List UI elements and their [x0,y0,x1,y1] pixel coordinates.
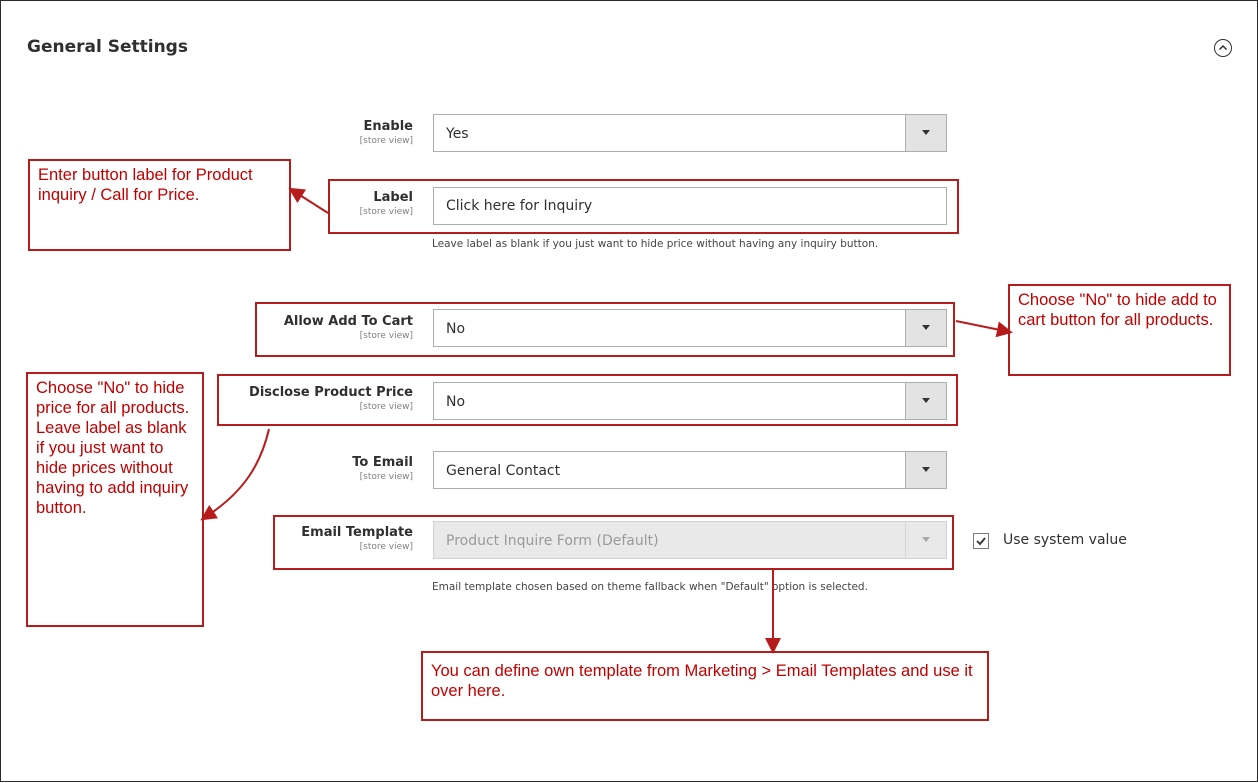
cart-arrow [955,320,1013,338]
annotation-arrows [200,187,1013,654]
label-arrow [288,187,329,214]
settings-panel: General Settings Enable [store view] Yes… [0,0,1258,782]
price-arrow [200,428,270,521]
